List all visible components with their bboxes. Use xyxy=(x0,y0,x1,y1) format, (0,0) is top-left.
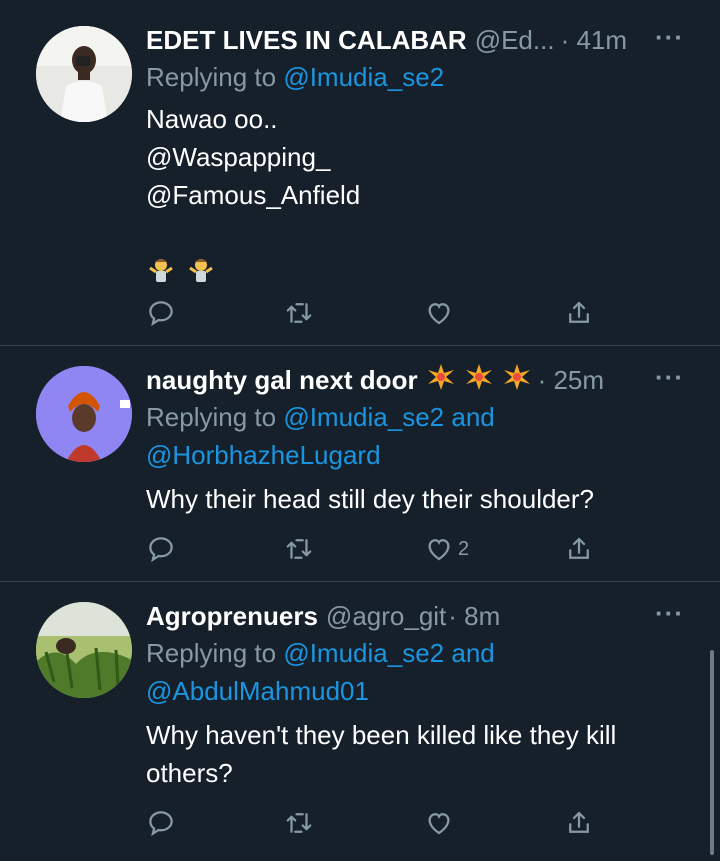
like-button[interactable] xyxy=(424,298,454,328)
user-handle[interactable]: @Ed... xyxy=(475,25,555,56)
timestamp[interactable]: · 25m xyxy=(538,365,604,396)
timestamp[interactable]: · 8m xyxy=(448,601,500,632)
replying-to-label: Replying to xyxy=(146,402,277,432)
tweet-text: Nawao oo.. xyxy=(146,104,278,134)
display-name[interactable]: naughty gal next door xyxy=(146,365,418,396)
more-options-icon[interactable]: ··· xyxy=(655,22,684,53)
reply-icon xyxy=(149,811,173,837)
heart-icon xyxy=(428,539,450,561)
reply-handle-link[interactable]: @Imudia_se2 xyxy=(283,638,444,668)
reply-context: Replying to @Imudia_se2 and xyxy=(146,398,700,436)
timestamp[interactable]: · 41m xyxy=(561,25,627,56)
mention-link[interactable]: @Famous_Anfield xyxy=(146,176,700,214)
more-options-icon[interactable]: ··· xyxy=(655,598,684,629)
emoji-row xyxy=(146,254,700,290)
tweet-1[interactable]: EDET LIVES IN CALABAR @Ed... · 41m ··· R… xyxy=(0,0,720,346)
tweet-text-line-1: Why haven't they been killed like they k… xyxy=(146,720,617,750)
share-button[interactable] xyxy=(564,534,594,564)
replying-to-label: Replying to xyxy=(146,62,277,92)
reply-button[interactable] xyxy=(146,808,176,838)
tweet-actions: 2 xyxy=(146,534,606,570)
display-name[interactable]: EDET LIVES IN CALABAR xyxy=(146,25,467,56)
tweet-header: naughty gal next door · 25m xyxy=(146,362,700,398)
user-handle[interactable]: @agro_git xyxy=(326,601,446,632)
share-icon xyxy=(569,537,589,559)
tweet-text-line-2: others? xyxy=(146,758,233,788)
avatar[interactable] xyxy=(36,602,132,698)
shrugging-person-emoji xyxy=(146,254,176,289)
display-name[interactable]: Agroprenuers xyxy=(146,601,318,632)
retweet-button[interactable] xyxy=(284,534,314,564)
reply-button[interactable] xyxy=(146,298,176,328)
reply-and-others[interactable]: and xyxy=(451,638,494,668)
tweet-text: Why their head still dey their shoulder? xyxy=(146,484,595,514)
tweet-actions xyxy=(146,298,606,334)
retweet-icon xyxy=(286,303,312,323)
reply-handle-link[interactable]: @AbdulMahmud01 xyxy=(146,672,700,710)
collision-emoji xyxy=(464,362,494,399)
tweet-3[interactable]: Agroprenuers @agro_git · 8m ··· Replying… xyxy=(0,582,720,861)
share-button[interactable] xyxy=(564,808,594,838)
reply-button[interactable] xyxy=(146,534,176,564)
retweet-icon xyxy=(286,813,312,833)
scrollbar[interactable] xyxy=(710,650,714,855)
reply-handle-link[interactable]: @Imudia_se2 xyxy=(283,402,444,432)
reply-context: Replying to @Imudia_se2 and xyxy=(146,634,700,672)
tweet-actions xyxy=(146,808,606,844)
replying-to-label: Replying to xyxy=(146,638,277,668)
more-options-icon[interactable]: ··· xyxy=(655,362,684,393)
reply-context: Replying to @Imudia_se2 xyxy=(146,58,700,96)
share-icon xyxy=(569,301,589,323)
shrugging-person-emoji xyxy=(186,254,216,289)
reply-handle-link[interactable]: @HorbhazheLugard xyxy=(146,436,700,474)
collision-emoji xyxy=(502,362,532,399)
heart-icon xyxy=(428,303,450,325)
reply-icon xyxy=(149,301,173,327)
heart-icon xyxy=(428,813,450,835)
tweet-header: EDET LIVES IN CALABAR @Ed... · 41m xyxy=(146,22,700,58)
mention-link[interactable]: @Waspapping_ xyxy=(146,138,700,176)
reply-handle-link[interactable]: @Imudia_se2 xyxy=(283,62,444,92)
like-button[interactable] xyxy=(424,808,454,838)
share-icon xyxy=(569,811,589,833)
retweet-button[interactable] xyxy=(284,808,314,838)
collision-emoji xyxy=(426,362,456,399)
tweet-header: Agroprenuers @agro_git · 8m xyxy=(146,598,700,634)
tweet-2[interactable]: naughty gal next door · 25m ··· Replying… xyxy=(0,346,720,582)
share-button[interactable] xyxy=(564,298,594,328)
avatar[interactable] xyxy=(36,366,132,462)
reply-icon xyxy=(149,537,173,563)
reply-and-others[interactable]: and xyxy=(451,402,494,432)
retweet-icon xyxy=(286,539,312,559)
like-count: 2 xyxy=(458,537,470,560)
retweet-button[interactable] xyxy=(284,298,314,328)
avatar[interactable] xyxy=(36,26,132,122)
like-button[interactable]: 2 xyxy=(424,534,469,564)
